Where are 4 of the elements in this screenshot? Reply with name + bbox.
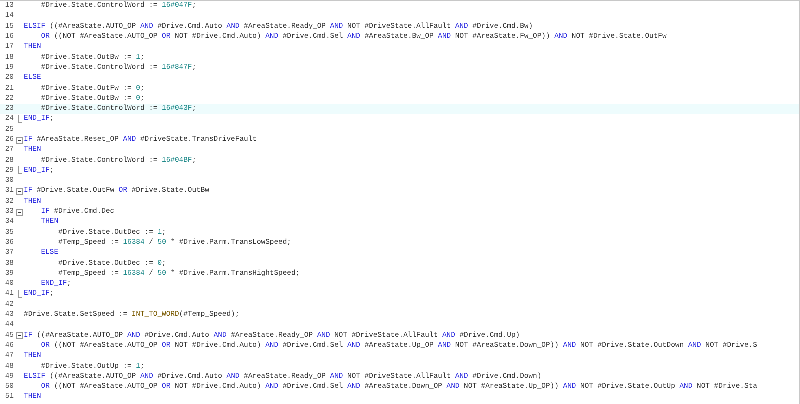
collapse-icon[interactable] (16, 136, 23, 144)
collapse-icon[interactable] (16, 208, 23, 216)
collapse-icon[interactable] (16, 332, 23, 340)
collapse-icon[interactable] (16, 188, 23, 195)
